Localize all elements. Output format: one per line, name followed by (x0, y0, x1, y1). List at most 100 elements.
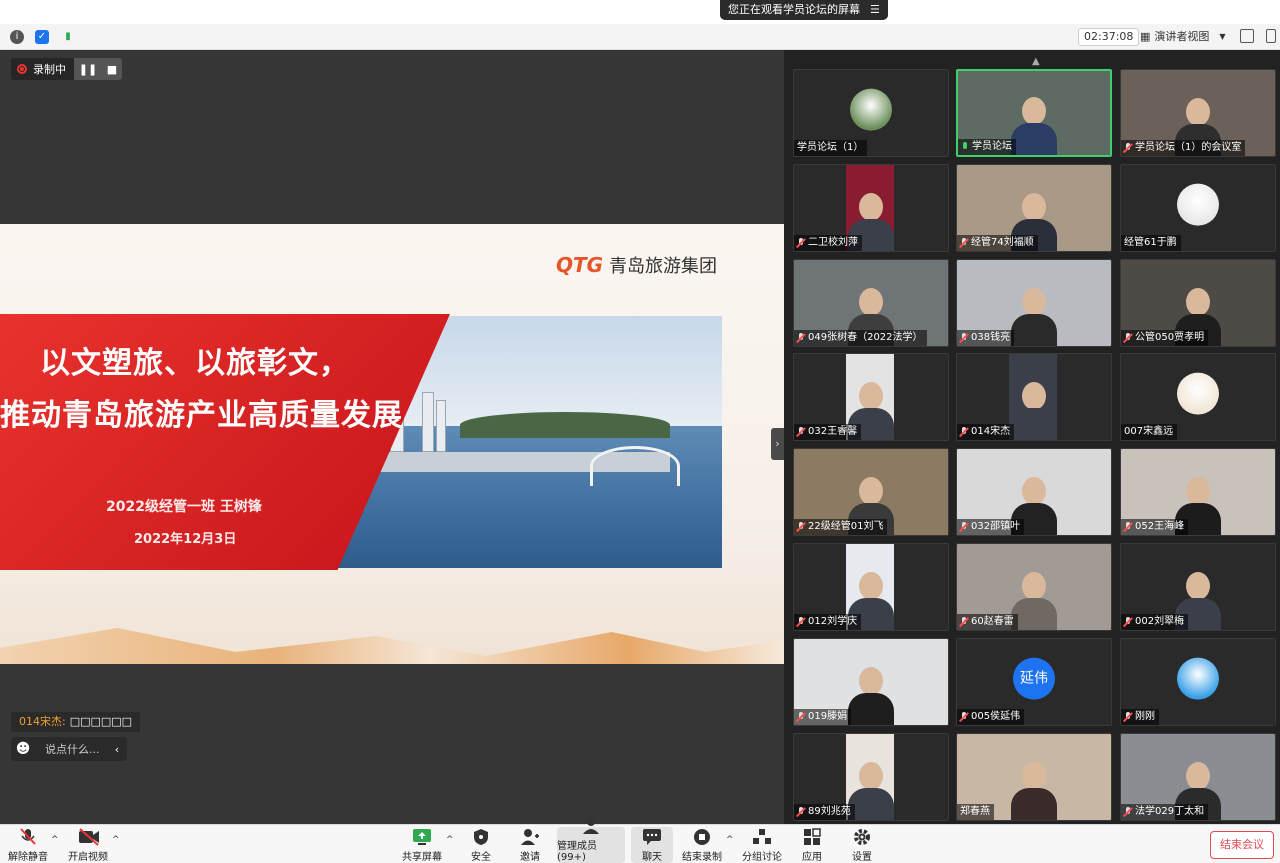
slide-date: 2022年12月3日 (134, 532, 237, 547)
chevron-up-icon[interactable]: ▲ (1032, 56, 1040, 67)
shield-icon[interactable]: ✓ (35, 30, 49, 44)
participant-tile[interactable]: 刚刚 (1120, 638, 1276, 726)
participant-label: 019滕娟 (794, 709, 852, 725)
participant-name: 038钱亮 (971, 332, 1011, 343)
participant-tile[interactable]: 019滕娟 (793, 638, 949, 726)
chevron-up-icon[interactable]: ^ (446, 835, 454, 845)
participant-label: 二卫校刘萍 (794, 235, 862, 251)
chat-input[interactable]: ☻ 说点什么... ‹ (11, 737, 127, 761)
participant-tile[interactable]: 延伟 005侯延伟 (956, 638, 1112, 726)
chevron-down-icon: ▼ (1219, 32, 1226, 41)
end-record-button[interactable]: 结束录制 (682, 827, 722, 863)
participant-label: 经管61于鹏 (1121, 235, 1181, 251)
participant-tile[interactable]: 032王睿馨 (793, 353, 949, 441)
participant-label: 公管050贾孝明 (1121, 330, 1209, 346)
info-icon[interactable]: i (10, 30, 24, 44)
pause-icon[interactable]: ❚❚ (79, 63, 97, 76)
participant-name: 法学029丁太和 (1135, 806, 1205, 817)
participant-tile[interactable]: 89刘兆苑 (793, 733, 949, 821)
participant-name: 学员论坛（1） (797, 142, 864, 153)
mic-icon (961, 142, 969, 152)
participant-label: 学员论坛（1）的会议室 (1121, 140, 1246, 156)
manage-members-button[interactable]: 管理成员(99+) (557, 818, 625, 863)
participant-tile[interactable]: 经管61于鹏 (1120, 164, 1276, 252)
participant-tile[interactable]: 038钱亮 (956, 259, 1112, 347)
participant-name: 郑春燕 (960, 806, 990, 817)
menu-icon[interactable]: ☰ (870, 0, 880, 20)
participant-tile[interactable]: 007宋鑫远 (1120, 353, 1276, 441)
mic-muted-icon (960, 712, 968, 722)
participant-tile[interactable]: 002刘翠梅 (1120, 543, 1276, 631)
security-button[interactable]: 安全 (466, 827, 496, 863)
participant-tile[interactable]: 郑春燕 (956, 733, 1112, 821)
gallery-collapse-handle[interactable]: › (771, 428, 784, 460)
gear-icon (852, 828, 872, 846)
participant-silhouette (848, 758, 894, 820)
participant-tile[interactable]: 049张树春（2022法学） (793, 259, 949, 347)
participant-label: 60赵春雷 (957, 614, 1018, 630)
mic-muted-icon (797, 427, 805, 437)
company-logo: QTG 青岛旅游集团 (556, 252, 717, 278)
participant-tile[interactable]: 公管050贾孝明 (1120, 259, 1276, 347)
participant-label: 22级经管01刘飞 (794, 519, 888, 535)
unmute-button[interactable]: 解除静音 (8, 827, 48, 863)
chevron-left-icon[interactable]: ‹ (107, 743, 127, 756)
mic-muted-icon (1124, 522, 1132, 532)
mic-muted-icon (1124, 333, 1132, 343)
mic-muted-icon (797, 807, 805, 817)
participant-tile[interactable]: 052王海峰 (1120, 448, 1276, 536)
mic-muted-icon (797, 522, 805, 532)
participant-name: 刚刚 (1135, 711, 1155, 722)
apps-button[interactable]: 应用 (798, 827, 826, 863)
breakout-button[interactable]: 分组讨论 (742, 827, 782, 863)
settings-button[interactable]: 设置 (848, 827, 876, 863)
emoji-icon[interactable]: ☻ (11, 741, 35, 757)
participant-tile[interactable]: 学员论坛 (956, 69, 1112, 157)
participant-tile[interactable]: 22级经管01刘飞 (793, 448, 949, 536)
participant-tile[interactable]: 012刘学庆 (793, 543, 949, 631)
participant-tile[interactable]: 二卫校刘萍 (793, 164, 949, 252)
participant-label: 032王睿馨 (794, 424, 862, 440)
start-video-button[interactable]: 开启视频 (66, 827, 110, 863)
viewing-banner[interactable]: 您正在观看学员论坛的屏幕 ☰ (720, 0, 888, 20)
participant-tile[interactable]: 法学029丁太和 (1120, 733, 1276, 821)
participant-tile[interactable]: 032邵镇叶 (956, 448, 1112, 536)
participant-tile[interactable]: 014宋杰 (956, 353, 1112, 441)
participant-name: 公管050贾孝明 (1135, 332, 1205, 343)
participant-name: 049张树春（2022法学） (808, 332, 923, 343)
participant-label: 学员论坛 (958, 139, 1016, 155)
sidebar-toggle-icon[interactable] (1266, 29, 1276, 43)
participant-name: 007宋鑫远 (1124, 426, 1174, 437)
participant-name: 032邵镇叶 (971, 521, 1021, 532)
chevron-up-icon[interactable]: ^ (51, 835, 59, 845)
chat-icon (642, 828, 662, 846)
chat-sender: 014宋杰: (19, 715, 66, 728)
participant-name: 014宋杰 (971, 426, 1011, 437)
participant-tile[interactable]: 学员论坛（1） (793, 69, 949, 157)
participant-tile[interactable]: 经管74刘福顺 (956, 164, 1112, 252)
share-screen-button[interactable]: 共享屏幕 (402, 827, 442, 863)
participant-name: 60赵春雷 (971, 616, 1014, 627)
avatar (850, 88, 892, 131)
signal-icon[interactable]: ▮ (61, 30, 75, 44)
participant-name: 经管74刘福顺 (971, 237, 1034, 248)
end-record-label: 结束录制 (682, 852, 722, 863)
members-icon (581, 817, 601, 835)
fullscreen-icon[interactable] (1240, 29, 1254, 43)
share-screen-icon (412, 828, 432, 846)
chevron-up-icon[interactable]: ^ (112, 835, 120, 845)
view-mode-dropdown[interactable]: ▦ 演讲者视图 ▼ (1140, 28, 1226, 46)
stop-icon[interactable]: ■ (107, 63, 117, 76)
start-video-label: 开启视频 (68, 852, 108, 863)
invite-button[interactable]: 邀请 (514, 827, 546, 863)
chevron-up-icon[interactable]: ^ (726, 835, 734, 845)
participant-name: 012刘学庆 (808, 616, 858, 627)
end-meeting-button[interactable]: 结束会议 (1210, 831, 1274, 859)
mic-muted-icon (960, 617, 968, 627)
meeting-timer: 02:37:08 (1078, 28, 1140, 46)
participant-label: 012刘学庆 (794, 614, 862, 630)
participant-tile[interactable]: 学员论坛（1）的会议室 (1120, 69, 1276, 157)
participant-name: 学员论坛（1）的会议室 (1135, 142, 1242, 153)
participant-tile[interactable]: 60赵春雷 (956, 543, 1112, 631)
chat-button[interactable]: 聊天 (631, 827, 673, 863)
